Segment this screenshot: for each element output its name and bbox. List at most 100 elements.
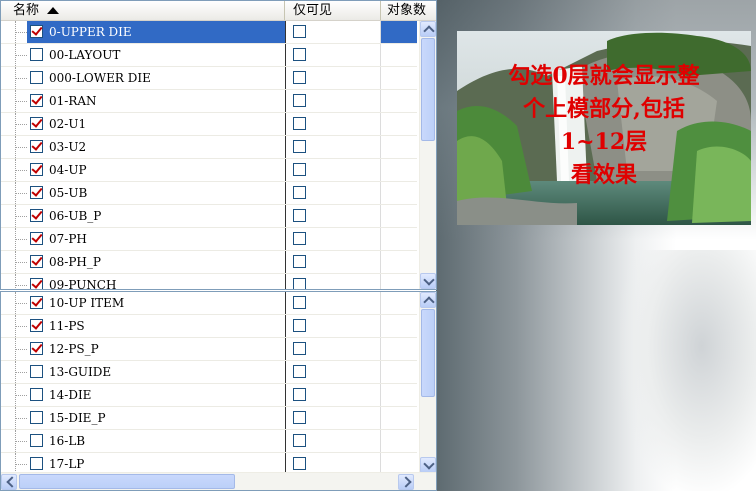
visible-only-checkbox[interactable] — [293, 232, 306, 245]
layer-name-cell[interactable]: 15-DIE_P — [27, 407, 285, 429]
layer-name-cell[interactable]: 07-PH — [27, 228, 285, 250]
layer-name-cell[interactable]: 000-LOWER DIE — [27, 67, 285, 89]
layer-visibility-checkbox[interactable] — [30, 434, 43, 447]
layer-visibility-checkbox[interactable] — [30, 117, 43, 130]
layer-name-cell[interactable]: 02-U1 — [27, 113, 285, 135]
layer-visibility-checkbox[interactable] — [30, 25, 43, 38]
layer-name-cell[interactable]: 03-U2 — [27, 136, 285, 158]
scroll-right-button[interactable] — [398, 474, 414, 490]
layer-row[interactable]: 0-UPPER DIE — [1, 21, 417, 44]
layer-name-cell[interactable]: 0-UPPER DIE — [27, 21, 285, 43]
layer-name-cell[interactable]: 14-DIE — [27, 384, 285, 406]
visible-only-checkbox[interactable] — [293, 255, 306, 268]
scroll-left-button[interactable] — [1, 474, 18, 490]
visible-only-checkbox[interactable] — [293, 209, 306, 222]
scroll-up-button[interactable] — [420, 292, 436, 308]
header-visible-only[interactable]: 仅可见 — [285, 1, 381, 20]
visible-only-checkbox[interactable] — [293, 71, 306, 84]
visible-only-checkbox[interactable] — [293, 319, 306, 332]
visible-only-checkbox[interactable] — [293, 457, 306, 470]
layer-name-cell[interactable]: 05-UB — [27, 182, 285, 204]
visible-only-checkbox[interactable] — [293, 94, 306, 107]
layer-row[interactable]: 00-LAYOUT — [1, 44, 417, 67]
visible-only-checkbox[interactable] — [293, 411, 306, 424]
layer-row[interactable]: 07-PH — [1, 228, 417, 251]
visible-only-checkbox[interactable] — [293, 365, 306, 378]
layer-name-cell[interactable]: 11-PS — [27, 315, 285, 337]
layer-name-cell[interactable]: 01-RAN — [27, 90, 285, 112]
scroll-thumb[interactable] — [421, 309, 435, 397]
visible-only-checkbox[interactable] — [293, 163, 306, 176]
layer-row[interactable]: 01-RAN — [1, 90, 417, 113]
vertical-scrollbar-bottom[interactable] — [419, 292, 436, 473]
visible-only-checkbox[interactable] — [293, 48, 306, 61]
layer-row[interactable]: 04-UP — [1, 159, 417, 182]
layer-visibility-checkbox[interactable] — [30, 411, 43, 424]
layer-name-cell[interactable]: 04-UP — [27, 159, 285, 181]
layer-name-cell[interactable]: 06-UB_P — [27, 205, 285, 227]
visible-only-checkbox[interactable] — [293, 186, 306, 199]
horizontal-scroll-thumb[interactable] — [19, 474, 235, 489]
scroll-thumb[interactable] — [421, 38, 435, 141]
layer-visibility-checkbox[interactable] — [30, 296, 43, 309]
layer-row[interactable]: 14-DIE — [1, 384, 417, 407]
layer-row[interactable]: 12-PS_P — [1, 338, 417, 361]
layer-row[interactable]: 06-UB_P — [1, 205, 417, 228]
layer-name-cell[interactable]: 00-LAYOUT — [27, 44, 285, 66]
layer-name: 02-U1 — [49, 117, 87, 131]
layer-visibility-checkbox[interactable] — [30, 48, 43, 61]
layer-name-cell[interactable]: 09-PUNCH — [27, 274, 285, 290]
scroll-down-button[interactable] — [420, 457, 436, 473]
layer-visibility-checkbox[interactable] — [30, 319, 43, 332]
layer-name-cell[interactable]: 13-GUIDE — [27, 361, 285, 383]
layer-name-cell[interactable]: 10-UP ITEM — [27, 292, 285, 314]
layer-visibility-checkbox[interactable] — [30, 71, 43, 84]
visible-only-checkbox[interactable] — [293, 342, 306, 355]
tree-connector — [15, 326, 27, 327]
layer-visibility-checkbox[interactable] — [30, 94, 43, 107]
layer-row[interactable]: 13-GUIDE — [1, 361, 417, 384]
horizontal-scrollbar[interactable] — [1, 472, 436, 490]
layer-row[interactable]: 09-PUNCH — [1, 274, 417, 290]
scroll-down-button[interactable] — [420, 273, 436, 289]
layer-visibility-checkbox[interactable] — [30, 457, 43, 470]
layer-visibility-checkbox[interactable] — [30, 186, 43, 199]
scroll-up-button[interactable] — [420, 21, 436, 37]
layer-visibility-checkbox[interactable] — [30, 365, 43, 378]
layer-visibility-checkbox[interactable] — [30, 140, 43, 153]
visible-only-checkbox[interactable] — [293, 278, 306, 289]
layer-row[interactable]: 11-PS — [1, 315, 417, 338]
layer-row[interactable]: 15-DIE_P — [1, 407, 417, 430]
layer-row[interactable]: 000-LOWER DIE — [1, 67, 417, 90]
layer-visibility-checkbox[interactable] — [30, 255, 43, 268]
visible-only-checkbox[interactable] — [293, 140, 306, 153]
visible-only-checkbox[interactable] — [293, 117, 306, 130]
layer-visibility-checkbox[interactable] — [30, 388, 43, 401]
layer-name-cell[interactable]: 08-PH_P — [27, 251, 285, 273]
layer-row[interactable]: 05-UB — [1, 182, 417, 205]
layer-visibility-checkbox[interactable] — [30, 342, 43, 355]
visible-only-checkbox[interactable] — [293, 434, 306, 447]
visible-only-checkbox[interactable] — [293, 25, 306, 38]
layer-row[interactable]: 02-U1 — [1, 113, 417, 136]
visible-only-checkbox[interactable] — [293, 388, 306, 401]
layer-row[interactable]: 16-LB — [1, 430, 417, 453]
layer-visibility-checkbox[interactable] — [30, 232, 43, 245]
layer-visibility-checkbox[interactable] — [30, 163, 43, 176]
layer-visibility-checkbox[interactable] — [30, 278, 43, 289]
layer-row[interactable]: 08-PH_P — [1, 251, 417, 274]
layer-name: 09-PUNCH — [49, 278, 117, 290]
tree-connector — [15, 239, 27, 240]
header-name[interactable]: 名称 — [1, 1, 285, 20]
layer-row[interactable]: 10-UP ITEM — [1, 292, 417, 315]
layer-name-cell[interactable]: 12-PS_P — [27, 338, 285, 360]
object-count-cell — [381, 251, 417, 273]
header-object-count[interactable]: 对象数 — [381, 1, 436, 20]
vertical-scrollbar-top[interactable] — [419, 21, 436, 289]
visible-only-checkbox[interactable] — [293, 296, 306, 309]
object-count-cell — [381, 430, 417, 452]
layer-name-cell[interactable]: 16-LB — [27, 430, 285, 452]
layer-visibility-checkbox[interactable] — [30, 209, 43, 222]
layer-name: 10-UP ITEM — [49, 296, 125, 310]
layer-row[interactable]: 03-U2 — [1, 136, 417, 159]
